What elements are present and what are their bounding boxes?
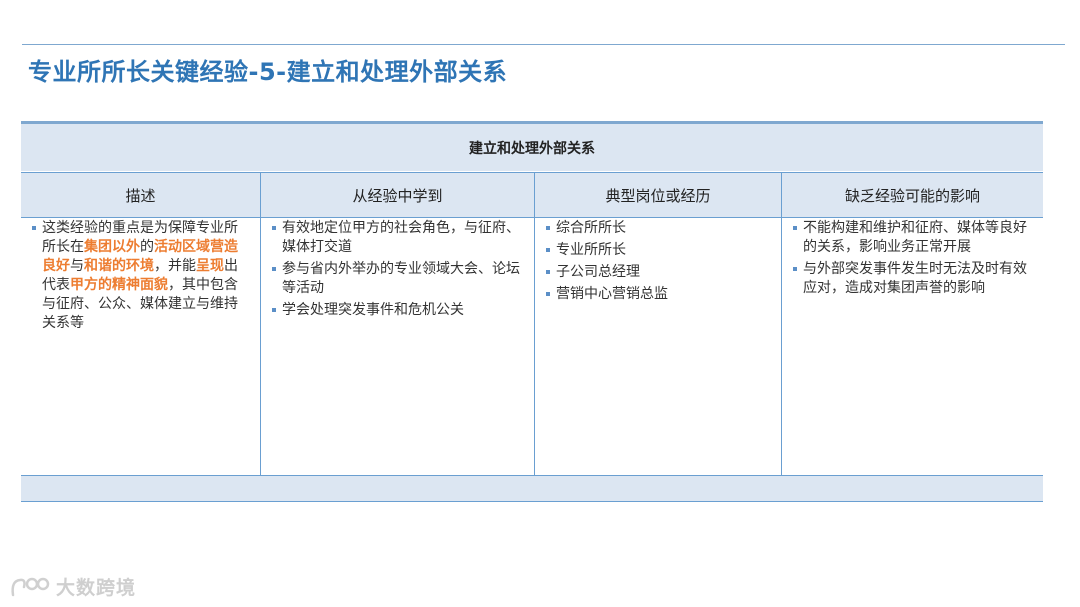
impact-item: 与外部突发事件发生时无法及时有效应对，造成对集团声誉的影响 [792, 260, 1033, 298]
highlighted-phrase: 和谐的环境 [84, 258, 154, 274]
page-title: 专业所所长关键经验-5-建立和处理外部关系 [28, 58, 508, 86]
positions-cell: 综合所所长 专业所所长 子公司总经理 营销中心营销总监 [535, 219, 781, 474]
experience-table: 建立和处理外部关系 描述 从经验中学到 典型岗位或经历 缺乏经验可能的影响 这类… [21, 121, 1043, 502]
position-item: 营销中心营销总监 [545, 285, 771, 304]
highlighted-phrase: 集团以外 [84, 239, 140, 255]
table-footer-band [21, 476, 1043, 502]
position-item: 综合所所长 [545, 219, 771, 238]
column-header-learned: 从经验中学到 [261, 173, 534, 217]
learned-item: 学会处理突发事件和危机公关 [271, 301, 524, 320]
table-bottom-line [21, 501, 1043, 502]
learned-item: 有效地定位甲方的社会角色，与征府、媒体打交道 [271, 219, 524, 257]
impact-item: 不能构建和维护和征府、媒体等良好的关系，影响业务正常开展 [792, 219, 1033, 257]
position-item: 专业所所长 [545, 241, 771, 260]
description-fragment: ，并能 [154, 258, 196, 274]
description-fragment: 与 [70, 258, 84, 274]
impact-cell: 不能构建和维护和征府、媒体等良好的关系，影响业务正常开展 与外部突发事件发生时无… [782, 219, 1043, 474]
learned-item: 参与省内外举办的专业领域大会、论坛等活动 [271, 260, 524, 298]
kawaii-logo-icon [11, 577, 50, 596]
position-item: 子公司总经理 [545, 263, 771, 282]
column-header-impact: 缺乏经验可能的影响 [782, 173, 1043, 217]
learned-cell: 有效地定位甲方的社会角色，与征府、媒体打交道 参与省内外举办的专业领域大会、论坛… [261, 219, 534, 474]
watermark: 大数跨境 [10, 573, 136, 600]
highlighted-phrase: 甲方的精神面貌 [70, 277, 168, 293]
watermark-text: 大数跨境 [56, 577, 137, 599]
column-header-description: 描述 [21, 173, 260, 217]
highlighted-phrase: 呈现 [196, 258, 224, 274]
table-header: 建立和处理外部关系 [21, 124, 1043, 171]
description-fragment: 的 [140, 239, 154, 255]
column-header-positions: 典型岗位或经历 [535, 173, 781, 217]
description-text: 这类经验的重点是为保障专业所所长在集团以外的活动区域营造良好与和谐的环境，并能呈… [31, 219, 250, 333]
top-rule [22, 44, 1065, 45]
column-header-divider [21, 217, 1043, 218]
description-cell: 这类经验的重点是为保障专业所所长在集团以外的活动区域营造良好与和谐的环境，并能呈… [21, 219, 260, 474]
